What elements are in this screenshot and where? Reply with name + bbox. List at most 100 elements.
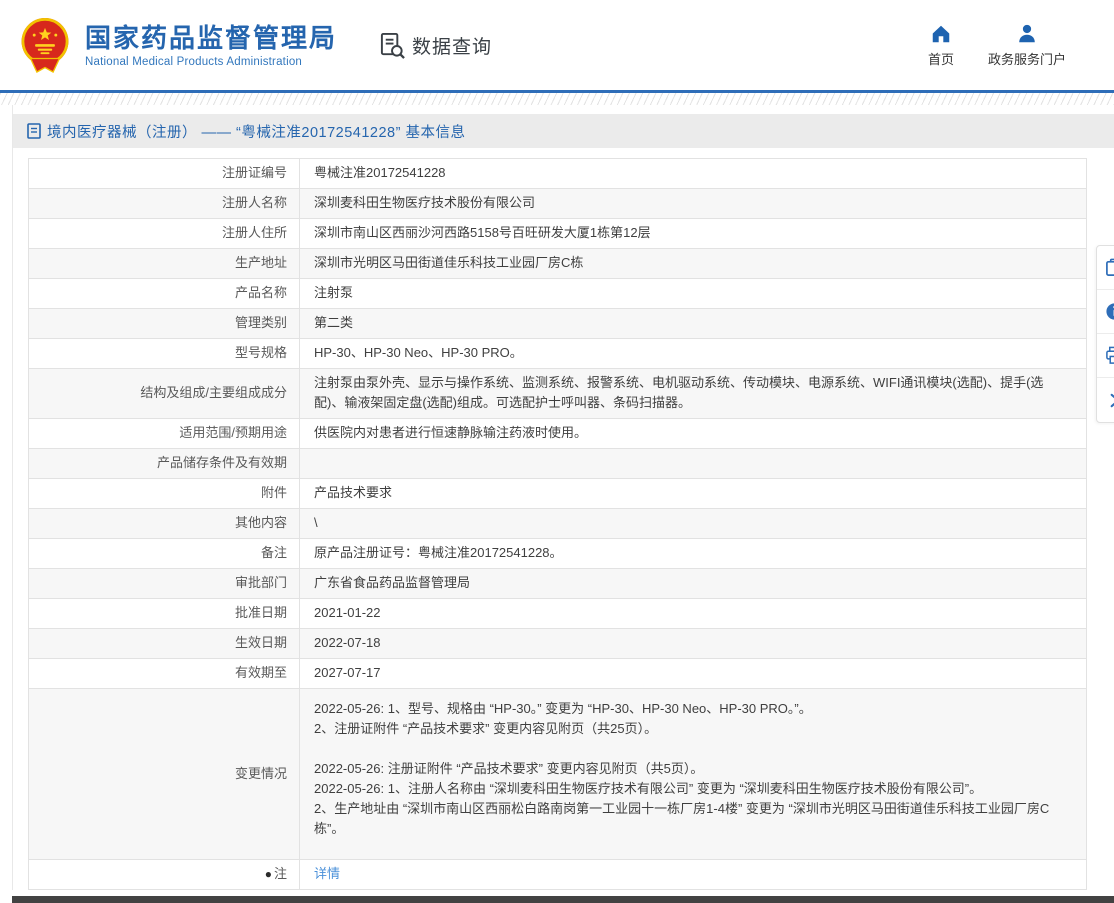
field-value: HP-30、HP-30 Neo、HP-30 PRO。 <box>300 339 1087 369</box>
field-label-text: 审批部门 <box>235 575 287 590</box>
field-label: 批准日期 <box>29 599 300 629</box>
note-bullet-icon: ● <box>265 867 272 881</box>
field-value-text: 粤械注准20172541228 <box>314 165 446 180</box>
table-row: 生效日期 2022-07-18 <box>29 629 1087 659</box>
field-value-text: HP-30、HP-30 Neo、HP-30 PRO。 <box>314 345 523 360</box>
field-label: 备注 <box>29 539 300 569</box>
field-value: 广东省食品药品监督管理局 <box>300 569 1087 599</box>
table-row: 产品名称 注射泵 <box>29 279 1087 309</box>
page-icon <box>27 123 41 139</box>
field-value-text: 2027-07-17 <box>314 665 381 680</box>
field-value: 2022-07-18 <box>300 629 1087 659</box>
field-value: 2021-01-22 <box>300 599 1087 629</box>
field-value: 供医院内对患者进行恒速静脉输注药液时使用。 <box>300 419 1087 449</box>
table-row: 型号规格 HP-30、HP-30 Neo、HP-30 PRO。 <box>29 339 1087 369</box>
field-label-text: 管理类别 <box>235 315 287 330</box>
field-value: \ <box>300 509 1087 539</box>
field-value-text: 深圳麦科田生物医疗技术股份有限公司 <box>314 195 535 210</box>
field-value-text: \ <box>314 515 318 530</box>
field-label-text: 有效期至 <box>235 665 287 680</box>
field-label: 其他内容 <box>29 509 300 539</box>
hatch-stripe-band <box>0 93 1114 105</box>
field-value: 注射泵由泵外壳、显示与操作系统、监测系统、报警系统、电机驱动系统、传动模块、电源… <box>300 369 1087 419</box>
field-value-text: 2021-01-22 <box>314 605 381 620</box>
table-row: 附件产品技术要求 <box>29 479 1087 509</box>
table-row: 注册证编号粤械注准20172541228 <box>29 159 1087 189</box>
field-value: 第二类 <box>300 309 1087 339</box>
side-tool-collapse[interactable] <box>1097 378 1114 422</box>
field-label-text: 注册人住所 <box>222 225 287 240</box>
document-search-icon <box>379 32 406 59</box>
table-row: 审批部门 广东省食品药品监督管理局 <box>29 569 1087 599</box>
field-value <box>300 449 1087 479</box>
field-label: 生效日期 <box>29 629 300 659</box>
field-value-text: 广东省食品药品监督管理局 <box>314 575 470 590</box>
floating-tools-panel <box>1096 245 1114 423</box>
field-value-text: 2022-05-26: 1、型号、规格由 “HP-30。” 变更为 “HP-30… <box>314 701 1049 836</box>
field-label-text: 变更情况 <box>235 766 287 781</box>
nmpa-logo[interactable]: 国家药品监督管理局 National Medical Products Admi… <box>18 15 337 75</box>
field-label: 变更情况 <box>29 689 300 860</box>
print-icon <box>1105 346 1114 365</box>
user-icon <box>1016 23 1038 45</box>
field-label: 管理类别 <box>29 309 300 339</box>
page-title-band: 境内医疗器械（注册） —— “粤械注准20172541228” 基本信息 <box>13 114 1114 148</box>
field-value-text: 注射泵由泵外壳、显示与操作系统、监测系统、报警系统、电机驱动系统、传动模块、电源… <box>314 375 1043 410</box>
side-tool-copy[interactable] <box>1097 246 1114 290</box>
field-value-text: 供医院内对患者进行恒速静脉输注药液时使用。 <box>314 425 587 440</box>
field-label-text: 型号规格 <box>235 345 287 360</box>
field-value-text: 2022-07-18 <box>314 635 381 650</box>
page-title: 境内医疗器械（注册） —— “粤械注准20172541228” 基本信息 <box>47 121 465 142</box>
field-value: 2027-07-17 <box>300 659 1087 689</box>
detail-link[interactable]: 详情 <box>314 866 340 881</box>
field-value: 2022-05-26: 1、型号、规格由 “HP-30。” 变更为 “HP-30… <box>300 689 1087 860</box>
field-label: 有效期至 <box>29 659 300 689</box>
top-nav: 首页 政务服务门户 <box>928 23 1088 68</box>
nav-home[interactable]: 首页 <box>928 23 954 68</box>
table-row: 注册人名称 深圳麦科田生物医疗技术股份有限公司 <box>29 189 1087 219</box>
table-row: ●注详情 <box>29 860 1087 890</box>
field-value: 产品技术要求 <box>300 479 1087 509</box>
field-label-text: 适用范围/预期用途 <box>179 425 287 440</box>
footer-bar <box>12 896 1114 903</box>
org-title: 国家药品监督管理局 <box>85 23 337 53</box>
field-label: 适用范围/预期用途 <box>29 419 300 449</box>
field-label: 型号规格 <box>29 339 300 369</box>
table-row: 结构及组成/主要组成成分 注射泵由泵外壳、显示与操作系统、监测系统、报警系统、电机… <box>29 369 1087 419</box>
org-subtitle: National Medical Products Administration <box>85 56 337 68</box>
side-tool-info[interactable] <box>1097 290 1114 334</box>
table-row: 其他内容 \ <box>29 509 1087 539</box>
field-value-text: 深圳市南山区西丽沙河西路5158号百旺研发大厦1栋第12层 <box>314 225 651 240</box>
document-copy-icon <box>1105 258 1114 277</box>
field-label-text: 其他内容 <box>235 515 287 530</box>
field-value: 深圳市南山区西丽沙河西路5158号百旺研发大厦1栋第12层 <box>300 219 1087 249</box>
data-query-tab[interactable]: 数据查询 <box>379 32 492 59</box>
field-value-text: 产品技术要求 <box>314 485 392 500</box>
side-tool-print[interactable] <box>1097 334 1114 378</box>
field-label-text: 生产地址 <box>235 255 287 270</box>
field-label-text: 结构及组成/主要组成成分 <box>140 385 287 400</box>
field-label: 产品储存条件及有效期 <box>29 449 300 479</box>
field-label-text: 注 <box>274 866 287 881</box>
field-label: ●注 <box>29 860 300 890</box>
field-label: 审批部门 <box>29 569 300 599</box>
field-value: 深圳麦科田生物医疗技术股份有限公司 <box>300 189 1087 219</box>
collapse-chevron-icon <box>1105 391 1114 410</box>
field-label-text: 产品储存条件及有效期 <box>157 455 287 470</box>
field-value: 粤械注准20172541228 <box>300 159 1087 189</box>
field-label-text: 注册人名称 <box>222 195 287 210</box>
field-value: 注射泵 <box>300 279 1087 309</box>
table-row: 注册人住所 深圳市南山区西丽沙河西路5158号百旺研发大厦1栋第12层 <box>29 219 1087 249</box>
info-icon <box>1105 302 1114 321</box>
field-value-text: 注射泵 <box>314 285 353 300</box>
site-header: 国家药品监督管理局 National Medical Products Admi… <box>0 0 1114 90</box>
field-label-text: 产品名称 <box>235 285 287 300</box>
field-label: 附件 <box>29 479 300 509</box>
field-label: 注册证编号 <box>29 159 300 189</box>
table-row: 生产地址深圳市光明区马田街道佳乐科技工业园厂房C栋 <box>29 249 1087 279</box>
table-row: 批准日期 2021-01-22 <box>29 599 1087 629</box>
registration-info-table: 注册证编号粤械注准20172541228 注册人名称 深圳麦科田生物医疗技术股份有限… <box>28 158 1087 890</box>
nav-gov-portal[interactable]: 政务服务门户 <box>988 23 1066 68</box>
field-label: 注册人名称 <box>29 189 300 219</box>
table-row: 产品储存条件及有效期 <box>29 449 1087 479</box>
